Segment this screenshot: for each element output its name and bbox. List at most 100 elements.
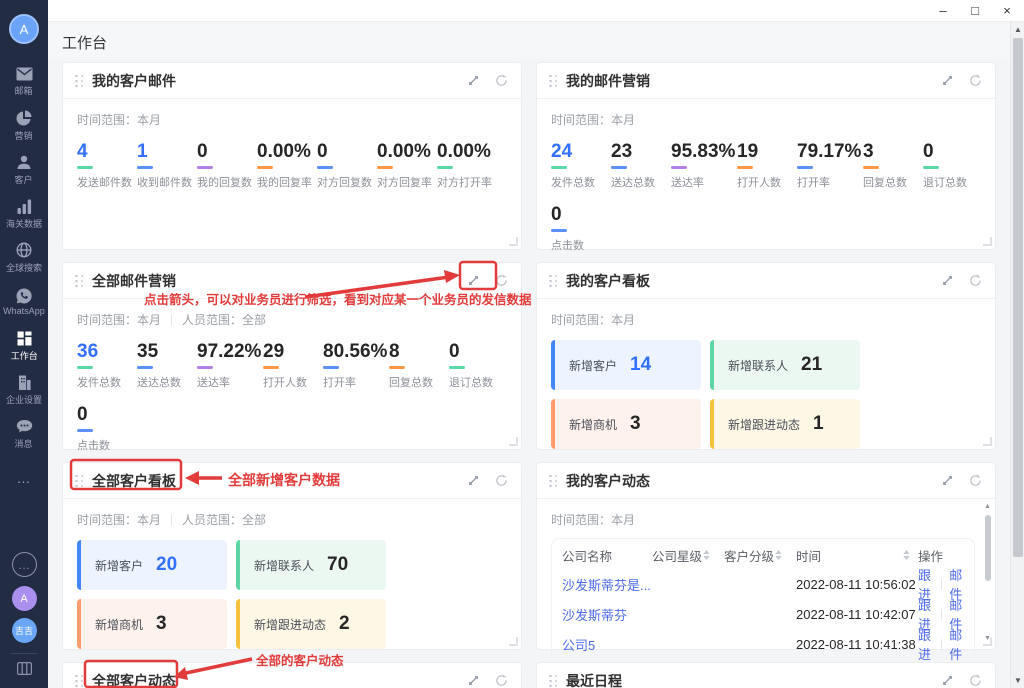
expand-icon[interactable]	[937, 471, 957, 491]
user-avatar[interactable]: A	[9, 14, 39, 44]
stat-underline	[389, 366, 405, 369]
stat: 3回复总数	[863, 141, 919, 190]
card-scrollbar[interactable]: ▲ ▼	[983, 503, 992, 643]
refresh-icon[interactable]	[965, 471, 985, 491]
col-header-time[interactable]: 时间	[796, 546, 918, 565]
sidebar-item-marketing[interactable]: 营销	[0, 104, 48, 148]
card-title: 我的邮件营销	[566, 71, 650, 91]
sidebar-item-customs-data[interactable]: 海关数据	[0, 192, 48, 236]
expand-icon[interactable]	[463, 471, 483, 491]
close-button[interactable]: ×	[998, 2, 1016, 20]
tile-value: 3	[156, 613, 167, 635]
sidebar-item-workbench[interactable]: 工作台	[0, 324, 48, 368]
expand-icon[interactable]	[937, 71, 957, 91]
stat-underline	[551, 229, 567, 232]
refresh-icon[interactable]	[491, 271, 511, 291]
stat-label: 点击数	[77, 437, 133, 453]
account-avatar-a[interactable]: A	[12, 586, 37, 611]
card-title: 最近日程	[566, 671, 622, 688]
minimize-button[interactable]: –	[934, 2, 952, 20]
account-avatar-jiyan[interactable]: 吉吉	[12, 618, 37, 643]
stat-value: 0	[317, 141, 373, 163]
sidebar-item-mailbox[interactable]: 邮箱	[0, 60, 48, 104]
scroll-down-icon[interactable]: ▼	[983, 635, 992, 643]
scrollbar-thumb[interactable]	[985, 515, 991, 581]
stat-label: 打开率	[323, 374, 385, 390]
scroll-up-icon[interactable]: ▲	[1011, 25, 1024, 34]
sidebar-item-messages[interactable]: 消息	[0, 412, 48, 456]
kanban-tile-new-contacts: 新增联系人70	[236, 540, 386, 590]
scrollbar-thumb[interactable]	[1013, 38, 1023, 557]
expand-icon[interactable]	[463, 71, 483, 91]
card-all-customer-activity: 全部客户动态	[62, 662, 522, 688]
follow-up-link[interactable]: 跟进	[918, 625, 933, 663]
scroll-down-icon[interactable]: ▼	[1011, 676, 1024, 685]
stat-label: 送达率	[671, 174, 733, 190]
sidebar-item-label: 消息	[15, 436, 33, 449]
col-header-company-star[interactable]: 公司星级	[652, 546, 724, 565]
drag-handle-icon[interactable]	[549, 75, 557, 87]
tile-label: 新增跟进动态	[728, 416, 800, 433]
refresh-icon[interactable]	[965, 671, 985, 688]
tile-label: 新增跟进动态	[254, 616, 326, 633]
expand-icon[interactable]	[463, 671, 483, 688]
stat-underline	[77, 366, 93, 369]
sidebar-item-enterprise-settings[interactable]: 企业设置	[0, 368, 48, 412]
expand-icon[interactable]	[937, 271, 957, 291]
divider	[941, 579, 942, 590]
col-header-customer-grade[interactable]: 客户分级	[724, 546, 796, 565]
stats-row: 4发送邮件数 1收到邮件数 0我的回复数 0.00%我的回复率 0对方回复数 0…	[77, 141, 509, 190]
drag-handle-icon[interactable]	[75, 475, 83, 487]
scroll-up-icon[interactable]: ▲	[983, 503, 992, 511]
stat-label: 回复总数	[389, 374, 445, 390]
email-link[interactable]: 邮件	[949, 625, 964, 663]
refresh-icon[interactable]	[491, 671, 511, 688]
drag-handle-icon[interactable]	[549, 675, 557, 687]
drag-handle-icon[interactable]	[75, 675, 83, 687]
page-scrollbar[interactable]: ▲ ▼	[1010, 22, 1024, 688]
sidebar-item-more[interactable]: …	[0, 456, 48, 500]
drag-handle-icon[interactable]	[75, 75, 83, 87]
more-circle-icon[interactable]: …	[12, 552, 37, 577]
time-range: 时间范围：本月	[551, 311, 635, 328]
company-link[interactable]: 沙发斯蒂芬是...	[562, 575, 651, 594]
company-link[interactable]: 沙发斯蒂芬	[562, 605, 627, 624]
card-title: 我的客户邮件	[92, 71, 176, 91]
time-cell: 2022-08-11 10:41:38	[796, 637, 918, 652]
refresh-icon[interactable]	[965, 71, 985, 91]
sidebar-item-whatsapp[interactable]: WhatsApp	[0, 280, 48, 324]
expand-icon[interactable]	[937, 671, 957, 688]
stat-value: 8	[389, 341, 445, 363]
sidebar-item-global-search[interactable]: 全球搜索	[0, 236, 48, 280]
company-link[interactable]: 公司5	[562, 635, 595, 654]
panel-grid-icon[interactable]	[17, 662, 32, 680]
stat-label: 我的回复数	[197, 174, 253, 190]
stat: 0.00%对方回复率	[377, 141, 433, 190]
stat-value: 23	[611, 141, 667, 163]
stat: 0对方回复数	[317, 141, 373, 190]
tile-value: 20	[156, 554, 177, 576]
stats-row: 36发件总数 35送达总数 97.22%送达率 29打开人数 80.56%打开率…	[77, 341, 509, 390]
card-my-email-marketing: 我的邮件营销 时间范围：本月 24发件总数 23送达总数 95.83%送达率 1…	[536, 62, 996, 250]
drag-handle-icon[interactable]	[549, 275, 557, 287]
refresh-icon[interactable]	[491, 471, 511, 491]
sort-icon[interactable]	[903, 550, 910, 560]
stat-label: 收到邮件数	[137, 174, 193, 190]
refresh-icon[interactable]	[965, 271, 985, 291]
sidebar-item-customers[interactable]: 客户	[0, 148, 48, 192]
stat-underline	[137, 366, 153, 369]
refresh-icon[interactable]	[491, 71, 511, 91]
sort-icon[interactable]	[775, 550, 782, 560]
table-header-row: 公司名称 公司星级 客户分级 时间 操作	[552, 541, 974, 569]
stat-underline	[77, 166, 93, 169]
sort-icon[interactable]	[703, 550, 710, 560]
stat: 35送达总数	[137, 341, 193, 390]
kanban-tiles: 新增客户14 新增联系人21 新增商机3 新增跟进动态1	[551, 340, 983, 449]
expand-icon[interactable]	[463, 271, 483, 291]
drag-handle-icon[interactable]	[549, 475, 557, 487]
stat-value: 0	[923, 141, 979, 163]
drag-handle-icon[interactable]	[75, 275, 83, 287]
stat: 97.22%送达率	[197, 341, 259, 390]
maximize-button[interactable]: □	[966, 2, 984, 20]
tile-label: 新增商机	[569, 416, 617, 433]
